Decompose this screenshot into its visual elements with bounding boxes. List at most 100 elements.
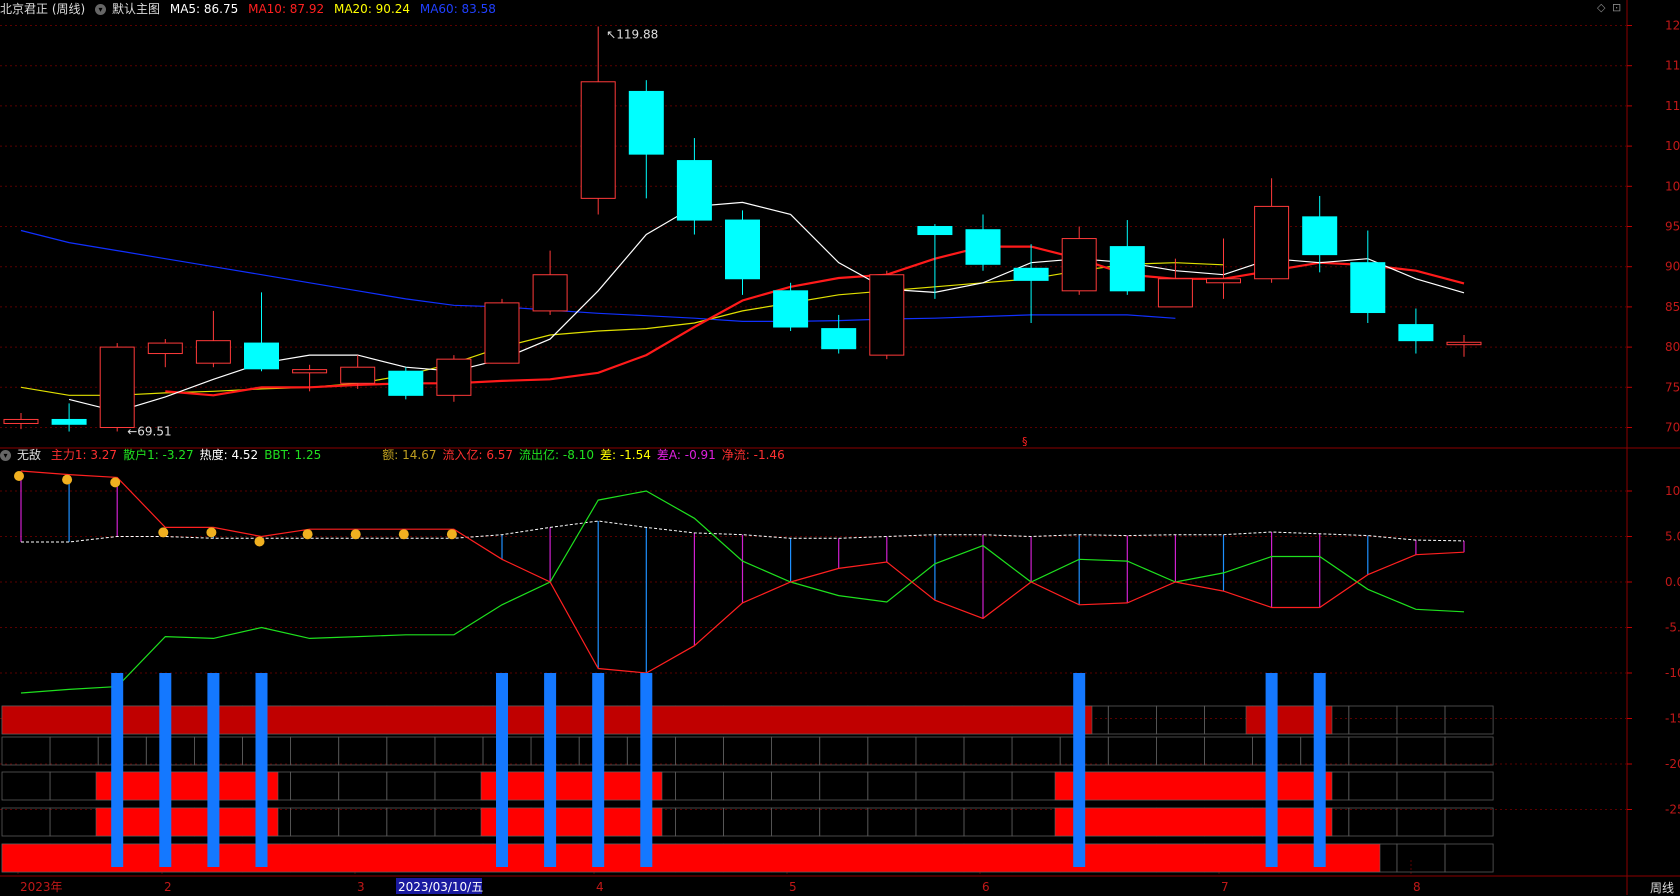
signal-cell [1011,771,1061,801]
settings-icon[interactable]: ⊡ [1612,1,1621,14]
signal-cell [1396,771,1446,801]
signal-cell [290,771,340,801]
hand-pointer-icon [302,529,313,540]
candle-body [773,290,809,328]
template-dropdown-icon[interactable]: ▾ [95,4,107,15]
signal-cell [1107,736,1157,766]
time-axis-label: 8 [1413,880,1421,894]
high-label: ↖119.88 [606,27,658,41]
candle-body [725,219,760,280]
signal-cell [675,771,724,801]
signal-cell [1396,705,1446,735]
signal-cell [49,771,99,801]
signal-cell [386,771,436,801]
selected-date-label: 2023/03/10/五 [398,880,483,894]
hand-pointer-icon [62,474,73,485]
signal-cell [867,807,917,837]
signal-bar [592,673,605,867]
price-tick-label: 75.00 [1665,380,1680,394]
signal-cell [290,736,340,766]
signal-cell [338,736,388,766]
ma20-value: MA20: 90.24 [333,2,411,16]
indicator-tick-label: -5.00 [1665,621,1680,635]
signal-cell [915,771,965,801]
candle-body [1350,262,1386,314]
signal-cell [819,736,869,766]
candle-body [1157,278,1193,308]
signal-bar [496,673,508,867]
signal-cell [1396,736,1446,766]
signal-cell [1444,736,1494,766]
ma5-value: MA5: 86.75 [169,2,239,16]
template-name[interactable]: 默认主图 [112,2,160,16]
candle-body [340,366,376,384]
ma20-line [20,262,1224,396]
signal-cell [49,807,99,837]
indicator-dropdown-icon[interactable]: ▾ [0,450,11,461]
candle-body [917,226,953,236]
price-tick-label: 80.00 [1665,340,1680,354]
signal-cell [1204,705,1253,735]
indicator-tick-label: 10.00 [1665,484,1680,498]
period-button[interactable]: 周线 [1650,879,1674,896]
indicator-value-3: BBT: 1.25 [264,448,322,462]
signal-cell [1348,807,1398,837]
indicator-value-1: 散户1: -3.27 [123,448,194,462]
signal-bar [207,673,220,867]
time-axis-label: 4 [596,880,604,894]
indicator-tick-label: -10.00 [1665,666,1680,680]
signal-cell [915,807,965,837]
signal-cell [675,807,724,837]
hand-pointer-icon [350,529,361,540]
signal-cell [1444,771,1494,801]
candle-body [388,370,424,396]
indicator-name[interactable]: 无敌 [17,448,41,462]
hand-pointer-icon [110,477,121,488]
signal-cell [771,736,821,766]
signal-cell [1204,736,1253,766]
signal-cell [338,771,388,801]
diamond-icon[interactable]: ◇ [1597,1,1605,14]
candle-body [51,418,87,425]
signal-cell [915,736,965,766]
candle-body [3,418,39,424]
candle-body [436,358,472,396]
signal-bar [640,673,653,867]
signal-cell [1396,807,1446,837]
time-axis-label: 2 [164,880,172,894]
hand-pointer-icon [254,536,265,547]
signal-bar [1073,673,1086,867]
indicator-tick-label: 0.00 [1665,575,1680,589]
low-label: ←69.51 [127,424,171,438]
indicator-value-8: 差A: -0.91 [656,448,716,462]
signal-cell [1348,705,1398,735]
signal-cell [434,736,484,766]
symbol-title[interactable]: 北京君正 (周线) [0,2,85,16]
candle-body [1206,278,1241,284]
signal-cell [386,736,436,766]
candle-body [869,274,905,356]
candle-body [99,346,135,429]
signal-cell [1107,705,1157,735]
hand-pointer-icon [446,529,457,540]
indicator-tick-label: 5.00 [1665,530,1680,544]
price-tick-label: 120.00 [1665,19,1680,33]
candle-body [580,81,616,199]
indicator-value-9: 净流: -1.46 [721,448,785,462]
signal-cell [49,736,99,766]
signal-band [95,771,279,801]
signal-bar [1313,673,1326,867]
candle-body [821,328,857,350]
signal-band [95,807,279,837]
signal-cell [434,771,484,801]
signal-cell [1,736,51,766]
signal-band [1054,771,1333,801]
indicator-value-7: 差: -1.54 [599,448,651,462]
time-axis-label: 6 [982,880,990,894]
time-axis-label: 7 [1221,880,1229,894]
candle-body [484,302,520,364]
signal-cell [1444,807,1494,837]
signal-cell [338,807,388,837]
signal-cell [819,807,869,837]
indicator-value-0: 主力1: 3.27 [50,448,118,462]
